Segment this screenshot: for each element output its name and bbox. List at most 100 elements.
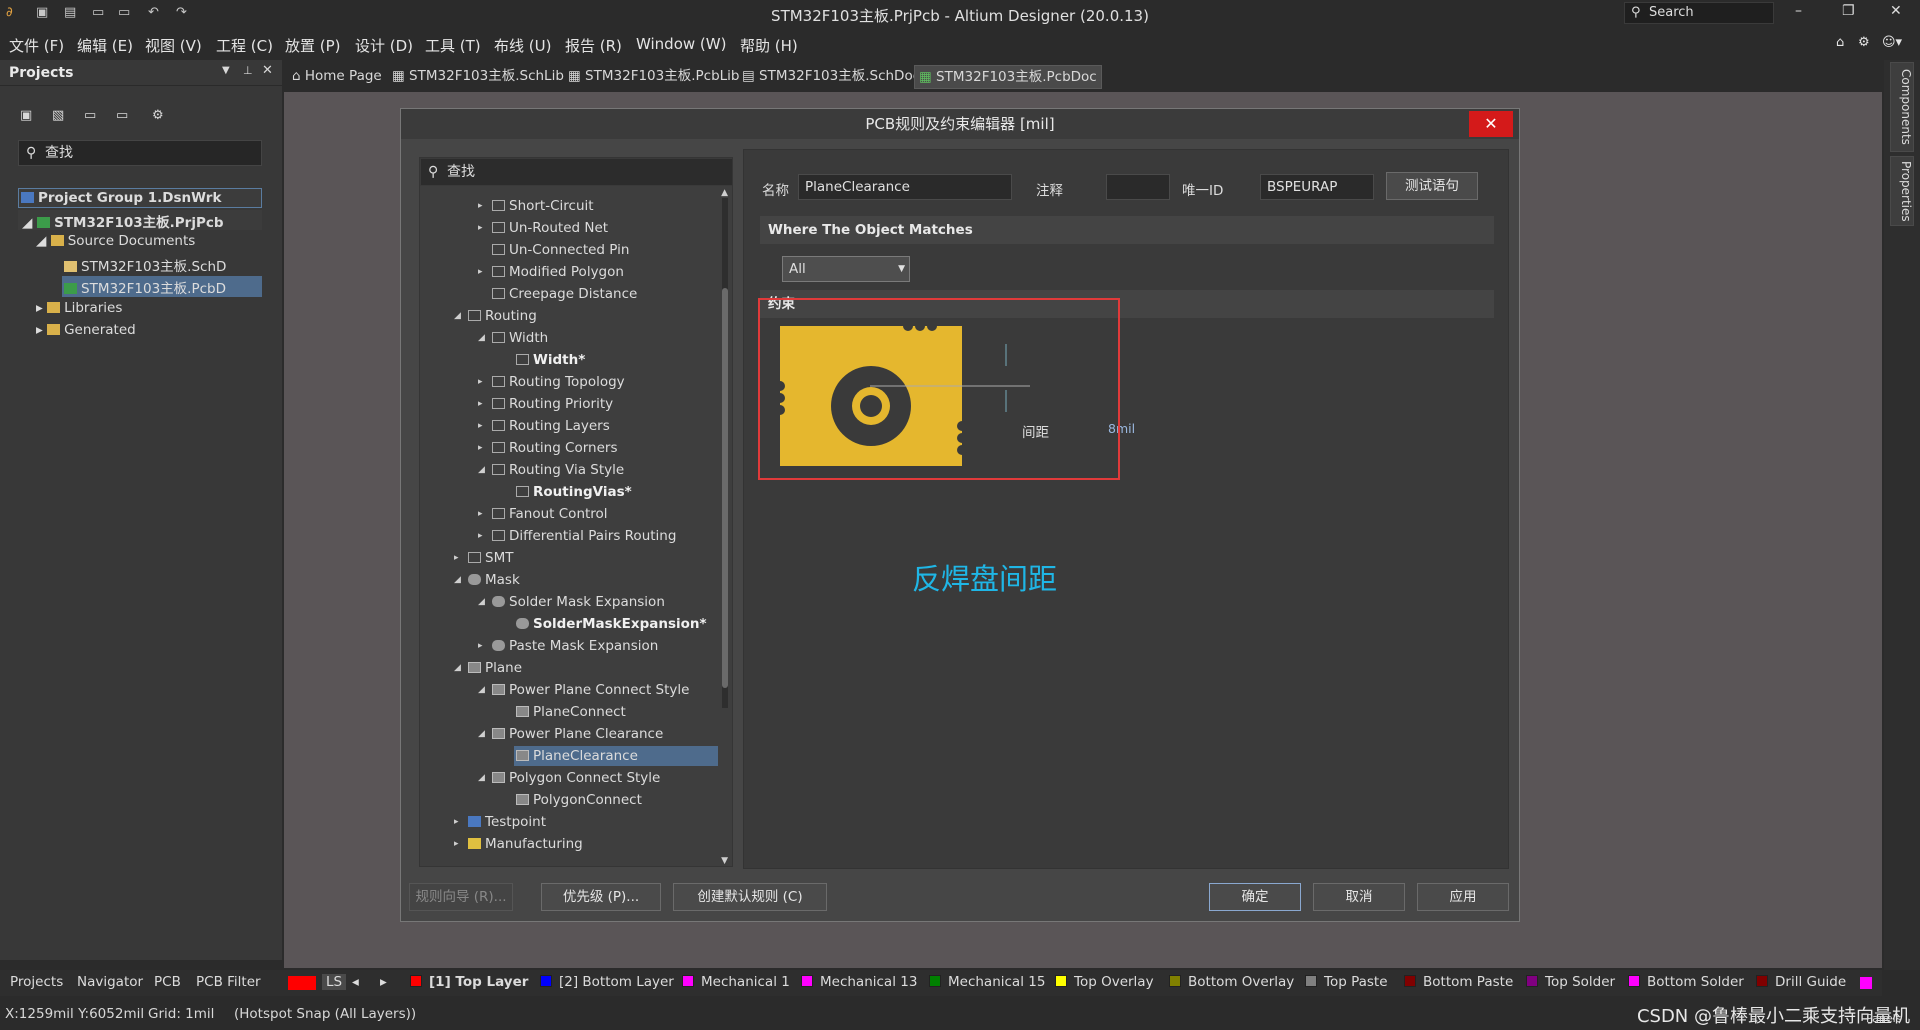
rule-node-diff-pairs-routing[interactable]: Differential Pairs Routing	[492, 526, 676, 546]
priority-button[interactable]: 优先级 (P)...	[541, 883, 661, 911]
expand-arrow-icon[interactable]: ▸	[478, 509, 483, 519]
tab-home-page[interactable]: ⌂ Home Page	[288, 65, 386, 89]
menu-file[interactable]: 文件 (F)	[9, 35, 64, 56]
rule-tree-scroll-thumb[interactable]	[722, 288, 728, 688]
pin-icon[interactable]: ⊥	[243, 64, 253, 77]
rule-node-mask[interactable]: Mask	[468, 570, 520, 590]
comment-field[interactable]	[1106, 174, 1170, 200]
rule-node-width-star[interactable]: Width*	[516, 350, 585, 370]
test-query-button[interactable]: 测试语句	[1386, 172, 1478, 200]
rule-node-fanout-control[interactable]: Fanout Control	[492, 504, 608, 524]
gear-icon[interactable]: ⚙	[1858, 35, 1870, 50]
expand-arrow-icon[interactable]: ▸	[454, 817, 459, 827]
rule-search-input[interactable]: ⚲ 查找	[420, 158, 732, 186]
layer-tab-bottom-solder[interactable]: Bottom Solder	[1628, 974, 1744, 990]
tree-item-workspace[interactable]: Project Group 1.DsnWrk	[18, 188, 262, 208]
rule-node-routing-vias-star[interactable]: RoutingVias*	[516, 482, 632, 502]
layer-scroll-right-icon[interactable]: ▸	[380, 974, 387, 990]
create-default-rules-button[interactable]: 创建默认规则 (C)	[673, 883, 827, 911]
rule-node-power-plane-clearance[interactable]: Power Plane Clearance	[492, 724, 663, 744]
menu-help[interactable]: 帮助 (H)	[740, 35, 798, 56]
rule-node-creepage-distance[interactable]: Creepage Distance	[492, 284, 637, 304]
expand-arrow-icon[interactable]: ▸	[478, 421, 483, 431]
collapse-arrow-icon[interactable]: ◢	[454, 311, 461, 321]
expand-arrow-icon[interactable]: ▸	[478, 201, 483, 211]
tree-item-schdoc[interactable]: STM32F103主板.SchD	[64, 255, 226, 275]
layer-tab-top-layer[interactable]: [1] Top Layer	[410, 974, 528, 990]
layer-tab-bottom-paste[interactable]: Bottom Paste	[1404, 974, 1513, 990]
expand-arrow-icon[interactable]: ▸	[478, 399, 483, 409]
compile-icon[interactable]: ▧	[52, 108, 64, 123]
menu-tools[interactable]: 工具 (T)	[425, 35, 481, 56]
panels-button[interactable]: Panels	[1866, 1012, 1901, 1025]
match-dropdown[interactable]: All ▼	[782, 256, 910, 282]
layer-tab-top-solder[interactable]: Top Solder	[1526, 974, 1615, 990]
menu-view[interactable]: 视图 (V)	[145, 35, 202, 56]
tree-item-project[interactable]: ◢ STM32F103主板.PrjPcb	[18, 210, 262, 231]
rule-node-solder-mask-expansion[interactable]: Solder Mask Expansion	[492, 592, 665, 612]
tab-schlib[interactable]: ▦ STM32F103主板.SchLib	[388, 65, 568, 89]
rule-node-short-circuit[interactable]: Short-Circuit	[492, 196, 594, 216]
tab-pcbdoc[interactable]: ▦ STM32F103主板.PcbDoc	[914, 65, 1102, 89]
tab-schdoc[interactable]: ▤ STM32F103主板.SchDoc	[738, 65, 924, 89]
expand-arrow-icon[interactable]: ▸	[454, 839, 459, 849]
search-input[interactable]: ⚲ Search	[1624, 2, 1774, 24]
apply-button[interactable]: 应用	[1417, 883, 1509, 911]
rule-node-power-plane-connect-style[interactable]: Power Plane Connect Style	[492, 680, 689, 700]
rule-node-routing-corners[interactable]: Routing Corners	[492, 438, 618, 458]
rule-node-routing-layers[interactable]: Routing Layers	[492, 416, 610, 436]
uid-field[interactable]: BSPEURAP	[1260, 174, 1374, 200]
rule-node-unrouted-net[interactable]: Un-Routed Net	[492, 218, 608, 238]
rule-node-manufacturing[interactable]: Manufacturing	[468, 834, 583, 854]
expand-arrow-icon[interactable]: ▸	[478, 443, 483, 453]
collapse-arrow-icon[interactable]: ◢	[454, 575, 461, 585]
layer-tab-mechanical-1[interactable]: Mechanical 1	[682, 974, 790, 990]
rule-node-polygon-connect-style[interactable]: Polygon Connect Style	[492, 768, 660, 788]
expand-arrow-icon[interactable]: ▸	[454, 553, 459, 563]
save-icon[interactable]: ▣	[20, 108, 32, 123]
menu-project[interactable]: 工程 (C)	[216, 35, 273, 56]
layer-tab-bottom-layer[interactable]: [2] Bottom Layer	[540, 974, 674, 990]
rule-node-routing-topology[interactable]: Routing Topology	[492, 372, 625, 392]
rule-node-unconnected-pin[interactable]: Un-Connected Pin	[492, 240, 629, 260]
rule-wizard-button[interactable]: 规则向导 (R)...	[409, 883, 513, 911]
expand-arrow-icon[interactable]: ▸	[478, 267, 483, 277]
collapse-arrow-icon[interactable]: ◢	[478, 729, 485, 739]
rule-node-testpoint[interactable]: Testpoint	[468, 812, 546, 832]
rule-node-modified-polygon[interactable]: Modified Polygon	[492, 262, 624, 282]
collapse-arrow-icon[interactable]: ◢	[478, 597, 485, 607]
rule-node-routing[interactable]: Routing	[468, 306, 537, 326]
rule-node-plane-clearance[interactable]: PlaneClearance	[514, 746, 718, 766]
menu-edit[interactable]: 编辑 (E)	[77, 35, 133, 56]
tree-item-source-documents[interactable]: ◢ Source Documents	[36, 233, 195, 249]
rule-node-paste-mask-expansion[interactable]: Paste Mask Expansion	[492, 636, 658, 656]
cancel-button[interactable]: 取消	[1313, 883, 1405, 911]
settings-icon[interactable]: ⚙	[152, 108, 164, 123]
panel-menu-icon[interactable]: ▼	[222, 65, 230, 76]
properties-side-tab[interactable]: Properties	[1890, 156, 1914, 226]
layer-set-ls[interactable]: LS	[322, 974, 347, 990]
ok-button[interactable]: 确定	[1209, 883, 1301, 911]
scroll-down-icon[interactable]: ▼	[721, 856, 728, 866]
rule-node-width[interactable]: Width	[492, 328, 548, 348]
scroll-up-icon[interactable]: ▲	[721, 188, 728, 198]
tab-pcb-filter[interactable]: PCB Filter	[196, 974, 261, 990]
home-icon[interactable]: ⌂	[1836, 35, 1844, 50]
tree-item-pcbdoc[interactable]: STM32F103主板.PcbD	[62, 276, 262, 297]
rule-node-routing-priority[interactable]: Routing Priority	[492, 394, 613, 414]
rule-node-routing-via-style[interactable]: Routing Via Style	[492, 460, 624, 480]
components-side-tab[interactable]: Components	[1890, 62, 1914, 152]
name-field[interactable]: PlaneClearance	[798, 174, 1012, 200]
collapse-arrow-icon[interactable]: ◢	[478, 465, 485, 475]
panel-search-input[interactable]: ⚲ 查找	[18, 140, 262, 166]
layer-tab-drill-guide[interactable]: Drill Guide	[1756, 974, 1846, 990]
menu-route[interactable]: 布线 (U)	[494, 35, 551, 56]
minimize-button[interactable]: –	[1795, 3, 1802, 19]
dialog-close-button[interactable]: ✕	[1469, 111, 1513, 137]
tree-item-generated[interactable]: ▸ Generated	[36, 322, 136, 338]
collapse-arrow-icon[interactable]: ◢	[454, 663, 461, 673]
menu-place[interactable]: 放置 (P)	[285, 35, 341, 56]
rule-node-plane-connect[interactable]: PlaneConnect	[516, 702, 626, 722]
collapse-arrow-icon[interactable]: ◢	[478, 333, 485, 343]
menu-reports[interactable]: 报告 (R)	[565, 35, 622, 56]
